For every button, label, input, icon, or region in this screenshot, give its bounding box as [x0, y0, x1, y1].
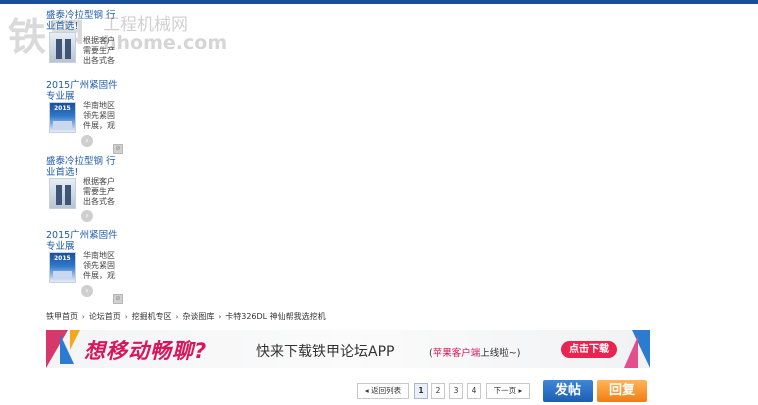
banner-note-bracket: ): [516, 348, 521, 359]
breadcrumb-current-thread: 卡特326DL 神仙帮我选挖机: [225, 312, 326, 321]
ad-desc-line: 领先紧固: [83, 111, 115, 120]
next-page-button[interactable]: 下一页 ▸: [486, 383, 530, 399]
banner-subtitle: 快来下载铁甲论坛APP: [256, 344, 395, 360]
breadcrumb-separator-icon: ›: [218, 313, 222, 321]
ad-arrow-icon[interactable]: ›: [81, 135, 93, 147]
ad-desc-line: 根据客户: [83, 36, 115, 45]
ad-desc-line: 需要生产: [83, 187, 115, 196]
ad-description: 华南地区 领先紧固 件展，观: [83, 251, 123, 281]
top-brand-bar: [0, 0, 758, 4]
ad-title-link[interactable]: 2015广州紧固件专业展: [46, 230, 118, 252]
breadcrumb-separator-icon: ›: [124, 313, 128, 321]
ad-desc-line: 出各式各: [83, 56, 115, 65]
ad-description: 根据客户 需要生产 出各式各: [83, 36, 123, 66]
ad-desc-line: 华南地区: [83, 101, 115, 110]
breadcrumb-link-excavator[interactable]: 挖掘机专区: [132, 311, 172, 322]
banner-note-text: 上线啦~: [480, 348, 517, 359]
ad-description: 华南地区 领先紧固 件展，观: [83, 101, 123, 131]
banner-note: (苹果客户端上线啦~): [429, 345, 520, 359]
app-download-banner[interactable]: 想移动畅聊? 快来下载铁甲论坛APP (苹果客户端上线啦~) 点击下载: [46, 330, 650, 368]
ad-desc-line: 华南地区: [83, 251, 115, 260]
page-link-4[interactable]: 4: [467, 383, 481, 399]
banner-download-button[interactable]: 点击下载: [561, 341, 617, 358]
ad-desc-line: 领先紧固: [83, 261, 115, 270]
banner-decoration: [70, 330, 80, 350]
back-to-list-button[interactable]: ◂ 返回列表: [357, 383, 409, 399]
banner-headline: 想移动畅聊?: [84, 339, 208, 363]
ad-close-icon[interactable]: ⊘: [113, 294, 123, 304]
sidebar-ad[interactable]: 盛泰冷拉型钢 行业首选! 根据客户 需要生产 出各式各 ›: [46, 156, 126, 226]
ad-thumbnail[interactable]: [49, 252, 76, 283]
banner-note-highlight: 苹果客户端: [432, 348, 481, 359]
breadcrumb-link-gallery[interactable]: 杂谈图库: [182, 311, 214, 322]
ad-desc-line: 件展，观: [83, 121, 115, 130]
ad-desc-line: 件展，观: [83, 271, 115, 280]
ad-description: 根据客户 需要生产 出各式各: [83, 177, 123, 207]
breadcrumb: 铁甲首页 › 论坛首页 › 挖掘机专区 › 杂谈图库 › 卡特326DL 神仙帮我选挖机: [46, 311, 326, 322]
ad-desc-line: 出各式各: [83, 197, 115, 206]
ad-title-link[interactable]: 盛泰冷拉型钢 行业首选!: [46, 10, 118, 32]
ad-desc-line: 根据客户: [83, 177, 115, 186]
page-link-1[interactable]: 1: [414, 383, 428, 399]
breadcrumb-separator-icon: ›: [175, 313, 179, 321]
ad-desc-line: 需要生产: [83, 46, 115, 55]
ad-title-link[interactable]: 盛泰冷拉型钢 行业首选!: [46, 156, 118, 178]
new-post-button[interactable]: 发帖: [543, 380, 593, 402]
ad-close-icon[interactable]: ⊘: [113, 144, 123, 154]
ad-title-link[interactable]: 2015广州紧固件专业展: [46, 80, 118, 102]
breadcrumb-link-home[interactable]: 铁甲首页: [46, 311, 78, 322]
breadcrumb-link-forum[interactable]: 论坛首页: [89, 311, 121, 322]
ad-arrow-icon[interactable]: ›: [81, 285, 93, 297]
sidebar-ad[interactable]: 2015广州紧固件专业展 华南地区 领先紧固 件展，观 › ⊘: [46, 80, 126, 154]
reply-button[interactable]: 回复: [597, 380, 647, 402]
ad-arrow-icon[interactable]: ›: [81, 210, 93, 222]
page-link-3[interactable]: 3: [449, 383, 463, 399]
banner-decoration: [624, 336, 638, 368]
page-link-2[interactable]: 2: [431, 383, 445, 399]
breadcrumb-separator-icon: ›: [82, 313, 85, 321]
sidebar-ad[interactable]: 2015广州紧固件专业展 华南地区 领先紧固 件展，观 › ⊘: [46, 230, 126, 304]
ad-thumbnail[interactable]: [49, 102, 76, 133]
ad-thumbnail[interactable]: [49, 178, 76, 209]
ad-thumbnail[interactable]: [49, 32, 76, 63]
sidebar-ad[interactable]: 盛泰冷拉型钢 行业首选! 根据客户 需要生产 出各式各: [46, 10, 126, 80]
